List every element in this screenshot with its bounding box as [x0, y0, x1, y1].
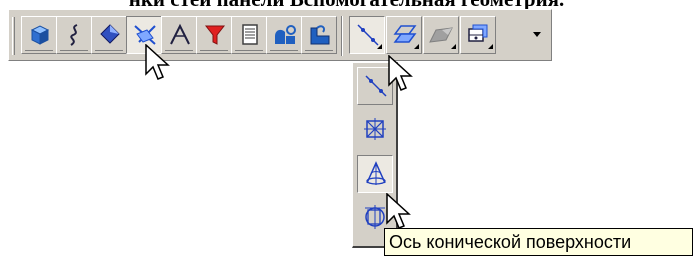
measure-icon: [275, 25, 296, 44]
specification-icon: [242, 24, 258, 45]
button-underline: [60, 50, 88, 51]
document-caption: нки стеи панели Вспомогательная геометри…: [0, 0, 693, 9]
extrude-solid-icon: [30, 25, 50, 45]
button-underline: [25, 50, 53, 51]
curve-button[interactable]: [56, 16, 92, 54]
toolbar-separator: [341, 16, 343, 56]
axis-through-edge-icon: [364, 118, 386, 140]
mouse-pointer-icon: [386, 193, 411, 229]
axis-through-two-vertices-icon: [365, 75, 387, 97]
surface-icon: [100, 24, 120, 44]
button-underline: [235, 50, 263, 51]
plane-tangent-button[interactable]: [423, 16, 459, 54]
filter-button[interactable]: [196, 16, 232, 54]
main-toolbar: [8, 9, 552, 61]
flyout-indicator-icon: [488, 44, 493, 49]
button-underline: [95, 50, 123, 51]
flyout-indicator-icon: [451, 44, 456, 49]
specification-button[interactable]: [231, 16, 267, 54]
button-underline: [200, 50, 228, 51]
measure-button[interactable]: [266, 16, 302, 54]
axis-two-points-button[interactable]: [349, 16, 385, 54]
tooltip: Ось конической поверхности: [384, 228, 693, 256]
extrude-solid-button[interactable]: [21, 16, 57, 54]
edit-part-icon: [310, 25, 330, 45]
button-underline: [270, 50, 298, 51]
filter-icon: [204, 25, 226, 45]
flyout-item-conical-axis[interactable]: [357, 155, 393, 193]
dropdown-arrow-icon[interactable]: [533, 32, 541, 37]
curve-icon: [70, 24, 78, 46]
flyout-indicator-icon: [377, 44, 382, 49]
control-point-button[interactable]: [460, 16, 496, 54]
mouse-pointer-icon: [145, 44, 170, 80]
mouse-pointer-icon: [388, 55, 413, 91]
edit-part-button[interactable]: [301, 16, 337, 54]
surface-button[interactable]: [91, 16, 127, 54]
toolbar-grip[interactable]: [12, 17, 15, 55]
conical-surface-axis-icon: [366, 161, 386, 185]
flyout-item-axis-edge[interactable]: [357, 111, 393, 149]
button-underline: [305, 50, 333, 51]
offset-plane-button[interactable]: [386, 16, 422, 54]
flyout-indicator-icon: [414, 44, 419, 49]
